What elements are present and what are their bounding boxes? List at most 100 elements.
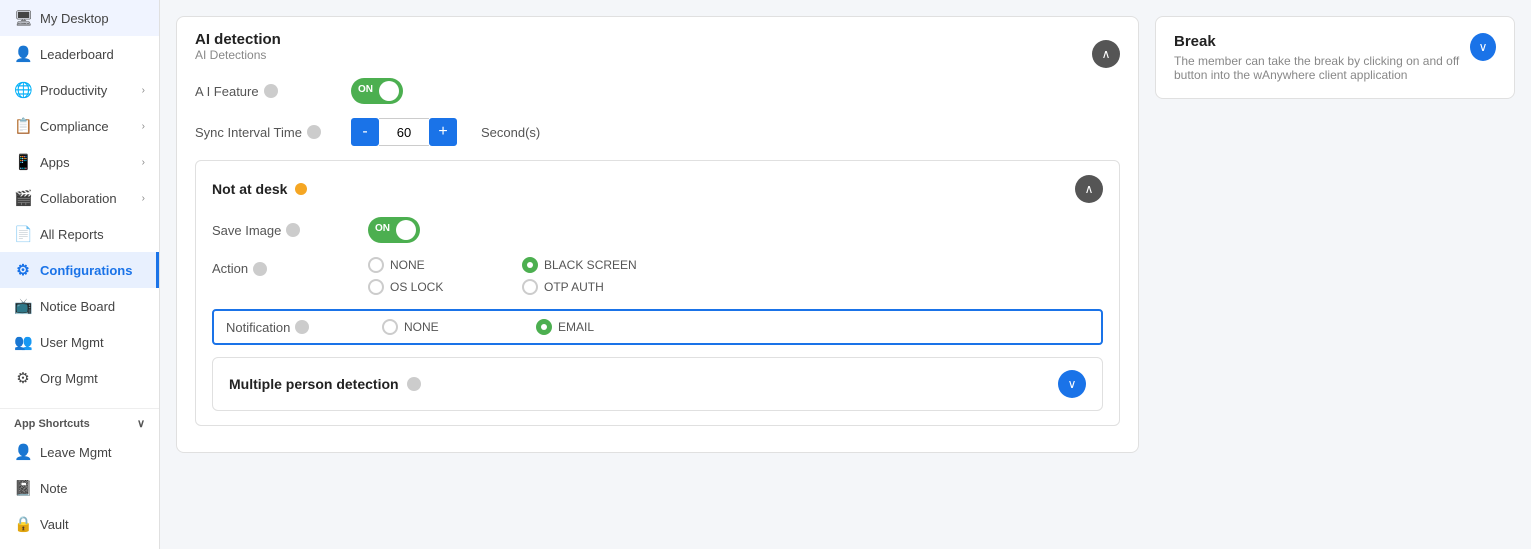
ai-feature-toggle[interactable]: ON: [351, 78, 403, 104]
sidebar-item-configurations[interactable]: ⚙ Configurations: [0, 252, 159, 288]
ai-detection-header: AI detection AI Detections ∧: [195, 31, 1120, 76]
leave-mgmt-icon: 👤: [14, 443, 32, 461]
break-title: Break: [1174, 33, 1470, 50]
chevron-right-icon: ›: [142, 121, 145, 132]
ai-detection-card: AI detection AI Detections ∧ A I Feature…: [176, 16, 1139, 453]
chevron-right-icon: ›: [142, 193, 145, 204]
not-at-desk-title: Not at desk: [212, 181, 307, 197]
multiple-person-expand-button[interactable]: ∨: [1058, 370, 1086, 398]
action-label: Action: [212, 261, 352, 276]
sync-stepper: - 60 +: [351, 118, 457, 146]
stepper-value: 60: [379, 118, 429, 146]
radio-notification-email-circle: [536, 319, 552, 335]
desktop-icon: 🖥: [14, 9, 32, 27]
notification-none-option[interactable]: NONE: [382, 319, 512, 335]
sync-interval-label: Sync Interval Time: [195, 125, 335, 140]
sidebar-item-asset-mgmt[interactable]: 👥 Asset Mgmt: [0, 542, 159, 549]
action-black-screen-option[interactable]: BLACK SCREEN: [522, 257, 652, 273]
sidebar-item-leaderboard[interactable]: 👤 Leaderboard: [0, 36, 159, 72]
productivity-icon: 🌐: [14, 81, 32, 99]
action-os-lock-option[interactable]: OS LOCK: [368, 279, 498, 295]
ai-detection-collapse-button[interactable]: ∧: [1092, 40, 1120, 68]
radio-otp-auth-circle: [522, 279, 538, 295]
sidebar-item-notice-board[interactable]: 📺 Notice Board: [0, 288, 159, 324]
notification-row: Notification NONE EMAIL: [212, 309, 1103, 345]
app-shortcuts-section: App Shortcuts ∨: [0, 408, 159, 434]
yellow-status-dot: [295, 183, 307, 195]
toggle-slider: ON: [351, 78, 403, 104]
save-image-toggle[interactable]: ON: [368, 217, 420, 243]
not-at-desk-card: Not at desk ∧ Save Image: [195, 160, 1120, 426]
chevron-up-icon: ∧: [1102, 47, 1111, 61]
user-mgmt-icon: 👥: [14, 333, 32, 351]
action-otp-auth-option[interactable]: OTP AUTH: [522, 279, 652, 295]
save-image-info-icon: [286, 223, 300, 237]
action-radio-group: NONE BLACK SCREEN OS LOCK: [368, 257, 652, 295]
multiple-person-card: Multiple person detection ∨: [212, 357, 1103, 411]
ai-feature-info-icon: [264, 84, 278, 98]
chevron-down-icon: ∨: [137, 417, 145, 430]
sidebar-item-user-mgmt[interactable]: 👥 User Mgmt: [0, 324, 159, 360]
notice-board-icon: 📺: [14, 297, 32, 315]
radio-none-circle: [368, 257, 384, 273]
configurations-icon: ⚙: [14, 261, 32, 279]
main-content: AI detection AI Detections ∧ A I Feature…: [160, 0, 1531, 549]
stepper-plus-button[interactable]: +: [429, 118, 457, 146]
sidebar-item-productivity[interactable]: 🌐 Productivity ›: [0, 72, 159, 108]
compliance-icon: 📋: [14, 117, 32, 135]
vault-icon: 🔒: [14, 515, 32, 533]
ai-feature-row: A I Feature ON: [195, 78, 1120, 104]
sidebar-item-collaboration[interactable]: 🎬 Collaboration ›: [0, 180, 159, 216]
apps-icon: 📱: [14, 153, 32, 171]
action-info-icon: [253, 262, 267, 276]
radio-black-screen-circle: [522, 257, 538, 273]
stepper-unit: Second(s): [481, 125, 540, 140]
notification-info-icon: [295, 320, 309, 334]
break-content: Break The member can take the break by c…: [1174, 33, 1470, 82]
sidebar-item-vault[interactable]: 🔒 Vault: [0, 506, 159, 542]
org-mgmt-icon: ⚙: [14, 369, 32, 387]
left-panel: AI detection AI Detections ∧ A I Feature…: [176, 16, 1139, 533]
break-description: The member can take the break by clickin…: [1174, 54, 1470, 82]
right-panel: Break The member can take the break by c…: [1155, 16, 1515, 533]
break-card: Break The member can take the break by c…: [1155, 16, 1515, 99]
action-radio-row-1: NONE BLACK SCREEN: [368, 257, 652, 273]
sidebar: 🖥 My Desktop 👤 Leaderboard 🌐 Productivit…: [0, 0, 160, 549]
ai-feature-label: A I Feature: [195, 84, 335, 99]
sidebar-item-leave-mgmt[interactable]: 👤 Leave Mgmt: [0, 434, 159, 470]
sync-info-icon: [307, 125, 321, 139]
not-at-desk-collapse-button[interactable]: ∧: [1075, 175, 1103, 203]
sidebar-item-all-reports[interactable]: 📄 All Reports: [0, 216, 159, 252]
toggle-slider: ON: [368, 217, 420, 243]
save-image-row: Save Image ON: [212, 217, 1103, 243]
sidebar-item-note[interactable]: 📓 Note: [0, 470, 159, 506]
stepper-minus-button[interactable]: -: [351, 118, 379, 146]
multiple-person-info-icon: [407, 377, 421, 391]
chevron-down-icon: ∨: [1068, 377, 1077, 391]
action-row: Action NONE BLACK SCREEN: [212, 257, 1103, 295]
note-icon: 📓: [14, 479, 32, 497]
sidebar-item-org-mgmt[interactable]: ⚙ Org Mgmt: [0, 360, 159, 396]
notification-radio-group: NONE EMAIL: [382, 319, 666, 335]
chevron-up-icon: ∧: [1085, 182, 1094, 196]
sidebar-item-compliance[interactable]: 📋 Compliance ›: [0, 108, 159, 144]
not-at-desk-header: Not at desk ∧: [212, 175, 1103, 203]
break-expand-button[interactable]: ∨: [1470, 33, 1496, 61]
notification-email-option[interactable]: EMAIL: [536, 319, 666, 335]
multiple-person-title: Multiple person detection: [229, 376, 421, 392]
chevron-right-icon: ›: [142, 157, 145, 168]
action-none-option[interactable]: NONE: [368, 257, 498, 273]
collaboration-icon: 🎬: [14, 189, 32, 207]
sync-interval-row: Sync Interval Time - 60 + Second(s): [195, 118, 1120, 146]
radio-os-lock-circle: [368, 279, 384, 295]
ai-detection-title: AI detection AI Detections: [195, 31, 281, 76]
leaderboard-icon: 👤: [14, 45, 32, 63]
action-radio-row-2: OS LOCK OTP AUTH: [368, 279, 652, 295]
radio-notification-none-circle: [382, 319, 398, 335]
chevron-down-icon: ∨: [1479, 40, 1488, 54]
sidebar-item-apps[interactable]: 📱 Apps ›: [0, 144, 159, 180]
notification-label: Notification: [226, 320, 366, 335]
sidebar-item-my-desktop[interactable]: 🖥 My Desktop: [0, 0, 159, 36]
chevron-right-icon: ›: [142, 85, 145, 96]
save-image-label: Save Image: [212, 223, 352, 238]
